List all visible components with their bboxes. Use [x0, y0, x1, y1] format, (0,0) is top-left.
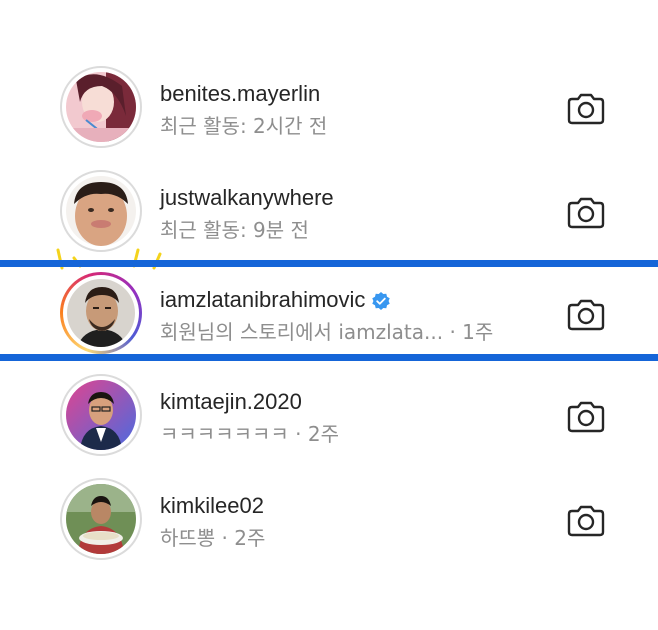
last-activity: 최근 활동: 9분 전	[160, 218, 309, 242]
conversation-row-benites-mayerlin[interactable]: benites.mayerlin 최근 활동: 2시간 전	[0, 58, 658, 158]
avatar-image	[66, 484, 136, 554]
camera-icon[interactable]	[566, 298, 606, 332]
avatar-image	[66, 380, 136, 450]
username: justwalkanywhere	[160, 185, 334, 210]
conversation-text: kimkilee02 하뜨뽕 · 2주	[160, 492, 548, 553]
last-message-preview: 하뜨뽕 · 2주	[160, 526, 266, 550]
highlight-line-bottom	[0, 354, 658, 361]
avatar[interactable]	[60, 170, 142, 252]
last-message-preview: 회원님의 스토리에서 iamzlata... · 1주	[160, 320, 494, 344]
username: iamzlatanibrahimovic	[160, 286, 548, 314]
conversation-row-kimkilee02[interactable]: kimkilee02 하뜨뽕 · 2주	[0, 470, 658, 570]
conversation-text: kimtaejin.2020 ㅋㅋㅋㅋㅋㅋㅋ · 2주	[160, 388, 548, 449]
avatar-image	[66, 176, 136, 246]
camera-icon[interactable]	[566, 504, 606, 538]
conversation-text: benites.mayerlin 최근 활동: 2시간 전	[160, 80, 548, 141]
username: kimtaejin.2020	[160, 389, 302, 414]
camera-icon[interactable]	[566, 196, 606, 230]
last-message-preview: ㅋㅋㅋㅋㅋㅋㅋ · 2주	[160, 422, 339, 446]
verified-badge-icon	[371, 290, 391, 310]
camera-icon[interactable]	[566, 92, 606, 126]
avatar[interactable]	[60, 478, 142, 560]
avatar[interactable]	[60, 374, 142, 456]
conversation-text: iamzlatanibrahimovic 회원님의 스토리에서 iamzlata…	[160, 286, 548, 347]
avatar-image	[66, 72, 136, 142]
username: benites.mayerlin	[160, 81, 321, 106]
direct-message-list: benites.mayerlin 최근 활동: 2시간 전 justwalkan…	[0, 0, 658, 630]
conversation-text: justwalkanywhere 최근 활동: 9분 전	[160, 184, 548, 245]
avatar[interactable]	[60, 66, 142, 148]
conversation-row-kimtaejin-2020[interactable]: kimtaejin.2020 ㅋㅋㅋㅋㅋㅋㅋ · 2주	[0, 366, 658, 466]
camera-icon[interactable]	[566, 400, 606, 434]
avatar-with-story-ring[interactable]	[60, 272, 142, 354]
avatar-image	[67, 279, 135, 347]
last-activity: 최근 활동: 2시간 전	[160, 114, 328, 138]
conversation-row-iamzlatanibrahimovic[interactable]: iamzlatanibrahimovic 회원님의 스토리에서 iamzlata…	[0, 264, 658, 364]
username: kimkilee02	[160, 493, 264, 518]
